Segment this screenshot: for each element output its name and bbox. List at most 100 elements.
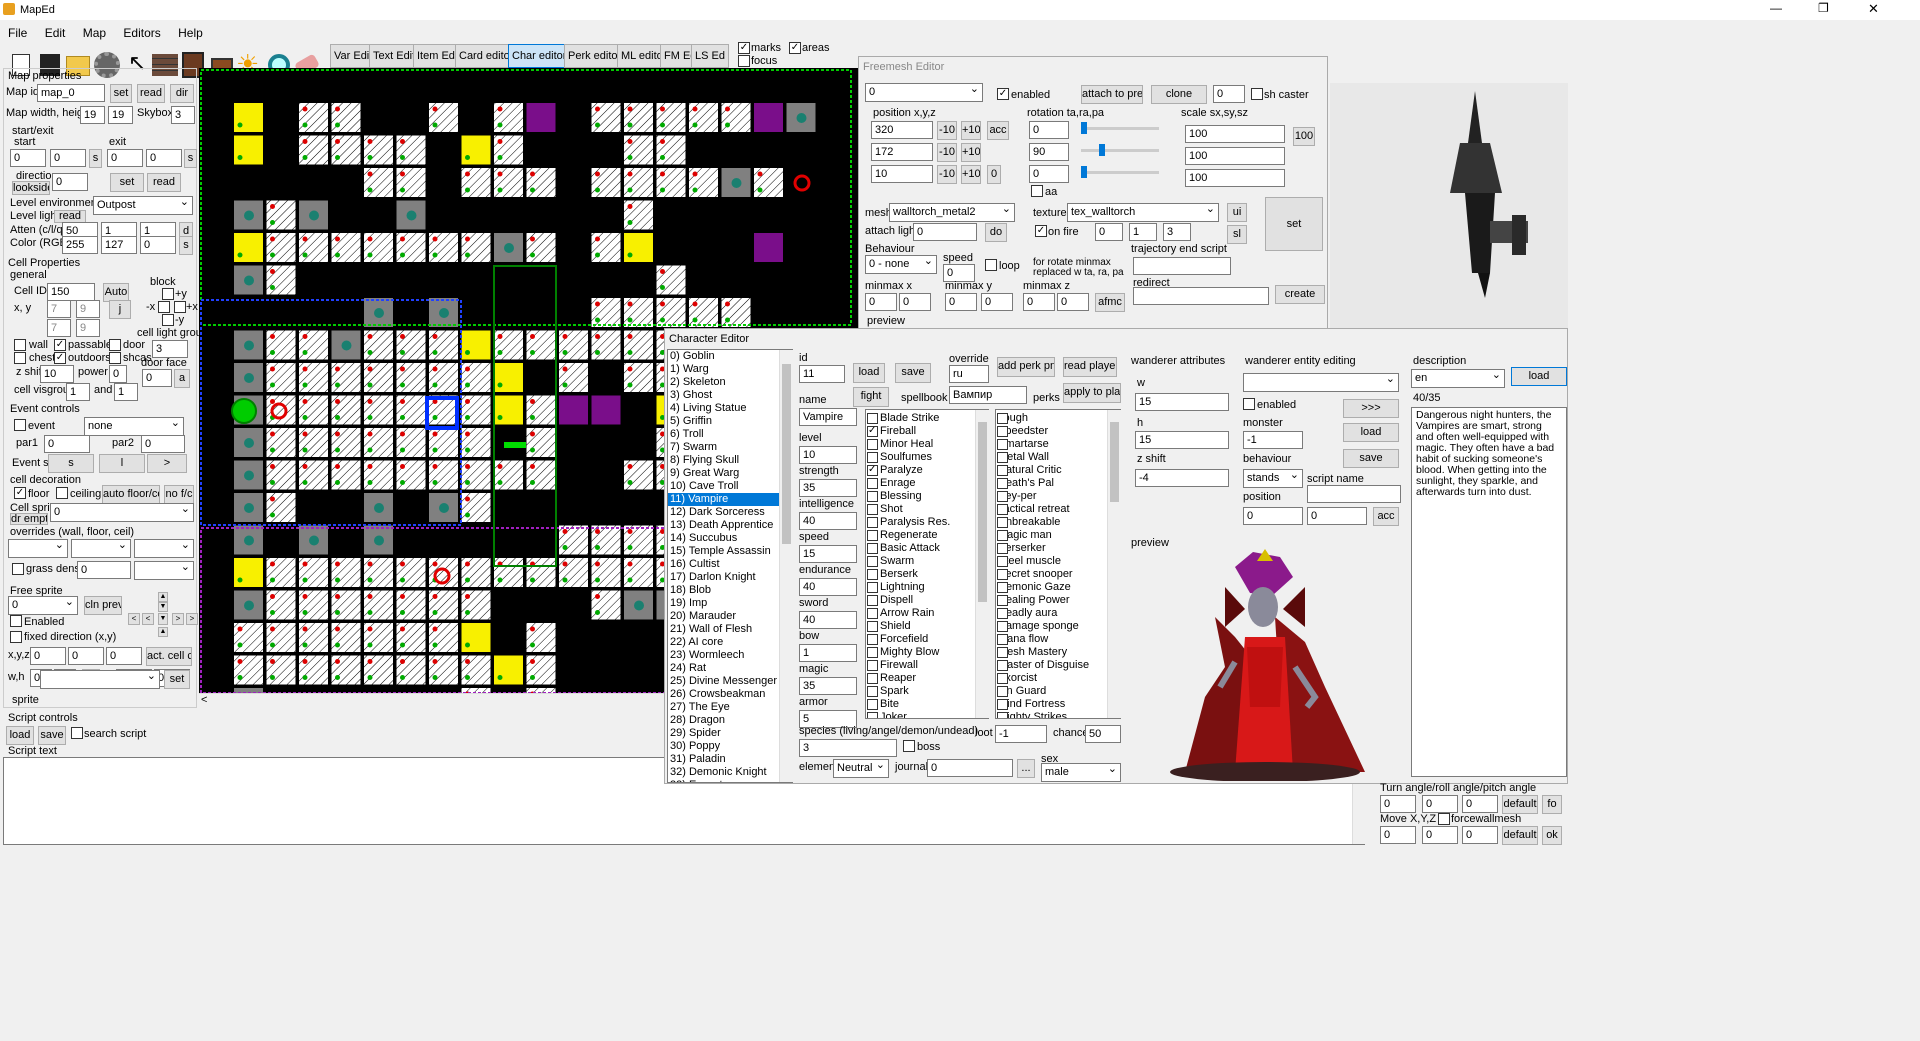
perk-checkbox[interactable]: Tactical retreat bbox=[996, 503, 1120, 516]
move-z-input[interactable]: 0 bbox=[1462, 826, 1498, 844]
level-env-select[interactable]: Outpost bbox=[93, 196, 193, 215]
fire-2-input[interactable]: 1 bbox=[1129, 223, 1157, 241]
spell-checkbox[interactable]: Bite bbox=[866, 698, 988, 711]
clone-input[interactable]: 0 bbox=[1213, 85, 1245, 103]
scale-z-input[interactable]: 100 bbox=[1185, 169, 1285, 187]
override-floor-select[interactable] bbox=[71, 539, 131, 558]
maximize-icon[interactable]: ❐ bbox=[1818, 2, 1829, 15]
exit-y-input[interactable]: 0 bbox=[146, 149, 182, 167]
spell-checkbox[interactable]: Swarm bbox=[866, 555, 988, 568]
sprite-set-button[interactable]: set bbox=[164, 670, 190, 689]
character-list-item[interactable]: 9) Great Warg bbox=[668, 467, 792, 480]
character-list-item[interactable]: 8) Flying Skull bbox=[668, 454, 792, 467]
free-sprite-x-input[interactable]: 0 bbox=[30, 647, 66, 665]
stat-intelligence-input[interactable]: 40 bbox=[799, 512, 857, 530]
loot-input[interactable]: -1 bbox=[995, 725, 1047, 743]
perk-checkbox[interactable]: Steel muscle bbox=[996, 555, 1120, 568]
attach-light-input[interactable]: 0 bbox=[913, 223, 977, 241]
lookside-button[interactable]: lookside bbox=[12, 181, 50, 195]
character-list-item[interactable]: 1) Warg bbox=[668, 363, 792, 376]
cell-sprite-select[interactable]: 0 bbox=[50, 503, 194, 522]
spell-checkbox[interactable]: Paralysis Res. bbox=[866, 516, 988, 529]
map-id-dir-button[interactable]: dir bbox=[170, 84, 194, 103]
character-list-item[interactable]: 30) Poppy bbox=[668, 740, 792, 753]
outdoors-checkbox[interactable]: ✓ bbox=[54, 352, 66, 364]
direction-read-button[interactable]: read bbox=[147, 173, 181, 192]
character-list-item[interactable]: 7) Swarm bbox=[668, 441, 792, 454]
minmax-z1-input[interactable]: 0 bbox=[1023, 293, 1055, 311]
attach-prev-button[interactable]: attach to prev bbox=[1081, 85, 1143, 104]
chest-checkbox[interactable] bbox=[14, 352, 26, 364]
wanderer-pos-y-input[interactable]: 0 bbox=[1307, 507, 1367, 525]
perk-checkbox[interactable]: Magic man bbox=[996, 529, 1120, 542]
char-save-button[interactable]: save bbox=[895, 363, 931, 383]
color-r-input[interactable]: 255 bbox=[62, 236, 98, 254]
minmax-z2-input[interactable]: 0 bbox=[1057, 293, 1089, 311]
character-list-item[interactable]: 32) Demonic Knight bbox=[668, 766, 792, 779]
free-sprite-z-input[interactable]: 0 bbox=[106, 647, 142, 665]
spell-checkbox[interactable]: Arrow Rain bbox=[866, 607, 988, 620]
wanderer-zshift-input[interactable]: -4 bbox=[1135, 469, 1229, 487]
on-fire-checkbox[interactable]: ✓ bbox=[1035, 225, 1047, 237]
pos-x-minus-button[interactable]: -10 bbox=[937, 121, 957, 140]
perk-checkbox[interactable]: Berserker bbox=[996, 542, 1120, 555]
wanderer-entity-select[interactable] bbox=[1243, 373, 1399, 392]
script-save-button[interactable]: save bbox=[38, 726, 66, 745]
par2-input[interactable]: 0 bbox=[141, 435, 185, 453]
map-height-input[interactable]: 19 bbox=[108, 106, 133, 124]
rot-ta-input[interactable]: 0 bbox=[1029, 121, 1069, 139]
loop-checkbox[interactable] bbox=[985, 259, 997, 271]
minmax-x1-input[interactable]: 0 bbox=[865, 293, 897, 311]
wanderer-pos-x-input[interactable]: 0 bbox=[1243, 507, 1303, 525]
spell-checkbox[interactable]: Forcefield bbox=[866, 633, 988, 646]
character-list-item[interactable]: 4) Living Statue bbox=[668, 402, 792, 415]
rot-ra-slider[interactable] bbox=[1081, 144, 1159, 156]
move-default-button[interactable]: default bbox=[1502, 826, 1538, 845]
character-list-item[interactable]: 23) Wormleech bbox=[668, 649, 792, 662]
minmax-y1-input[interactable]: 0 bbox=[945, 293, 977, 311]
character-list-item[interactable]: 16) Cultist bbox=[668, 558, 792, 571]
pos-x-plus-button[interactable]: +10 bbox=[961, 121, 981, 140]
fire-sl-button[interactable]: sl bbox=[1227, 225, 1247, 244]
stat-bow-input[interactable]: 1 bbox=[799, 644, 857, 662]
perk-checkbox[interactable]: Natural Critic bbox=[996, 464, 1120, 477]
perk-checkbox[interactable]: Unbreakable bbox=[996, 516, 1120, 529]
element-select[interactable]: Neutral bbox=[833, 759, 889, 778]
spell-checkbox[interactable]: Regenerate bbox=[866, 529, 988, 542]
add-perk-point-button[interactable]: add perk pnt bbox=[997, 357, 1055, 377]
ls-ed-button[interactable]: LS Ed bbox=[691, 44, 729, 68]
spell-checkbox[interactable]: Enrage bbox=[866, 477, 988, 490]
character-list-item[interactable]: 2) Skeleton bbox=[668, 376, 792, 389]
character-list-item[interactable]: 20) Marauder bbox=[668, 610, 792, 623]
visgroup2-input[interactable]: 1 bbox=[114, 383, 138, 401]
perk-checkbox[interactable]: Secret snooper bbox=[996, 568, 1120, 581]
pos-y-minus-button[interactable]: -10 bbox=[937, 143, 957, 162]
minmax-y2-input[interactable]: 0 bbox=[981, 293, 1013, 311]
spell-checkbox[interactable]: Basic Attack bbox=[866, 542, 988, 555]
pos-acc-button[interactable]: acc bbox=[987, 121, 1009, 140]
freemesh-enabled-checkbox[interactable]: ✓ bbox=[997, 88, 1009, 100]
spell-checkbox[interactable]: Blessing bbox=[866, 490, 988, 503]
character-list-item[interactable]: 24) Rat bbox=[668, 662, 792, 675]
traj-end-input[interactable] bbox=[1133, 257, 1231, 275]
marks-checkbox[interactable]: ✓ bbox=[738, 42, 750, 54]
perk-checkbox[interactable]: Damage sponge bbox=[996, 620, 1120, 633]
perks-scrollbar[interactable] bbox=[1107, 410, 1121, 718]
event-select[interactable]: none bbox=[84, 417, 184, 436]
wanderer-behaviour-select[interactable]: stands bbox=[1243, 469, 1303, 488]
wanderer-load-button[interactable]: load bbox=[1343, 423, 1399, 442]
character-list-item[interactable]: 19) Imp bbox=[668, 597, 792, 610]
pitch-angle-input[interactable]: 0 bbox=[1462, 795, 1498, 813]
areas-checkbox[interactable]: ✓ bbox=[789, 42, 801, 54]
ceiling-checkbox[interactable] bbox=[56, 487, 68, 499]
grass-select[interactable] bbox=[134, 561, 194, 580]
perk-checkbox[interactable]: Speedster bbox=[996, 425, 1120, 438]
wanderer-enabled-checkbox[interactable] bbox=[1243, 398, 1255, 410]
passable-checkbox[interactable]: ✓ bbox=[54, 339, 66, 351]
freemesh-set-button[interactable]: set bbox=[1265, 197, 1323, 251]
character-list-scrollbar[interactable] bbox=[779, 350, 793, 782]
move-y-input[interactable]: 0 bbox=[1422, 826, 1458, 844]
spellbook-scrollbar[interactable] bbox=[975, 410, 989, 718]
skybox-input[interactable]: 3 bbox=[171, 106, 195, 124]
character-list-item[interactable]: 29) Spider bbox=[668, 727, 792, 740]
